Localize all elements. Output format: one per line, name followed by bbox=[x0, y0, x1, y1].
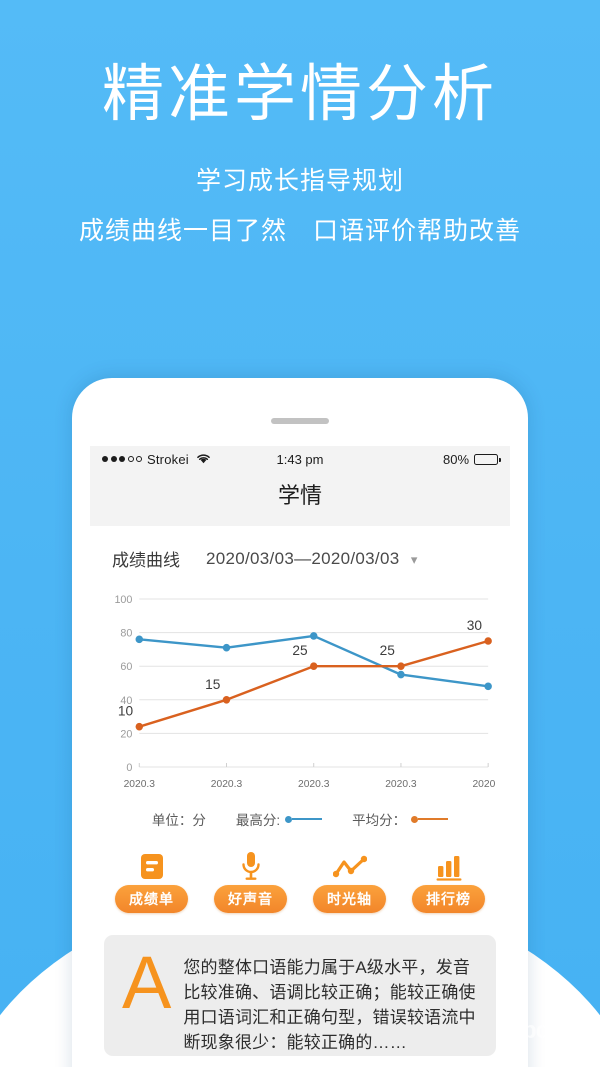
page-title: 精准学情分析 bbox=[101, 60, 498, 129]
svg-text:2020.3: 2020.3 bbox=[298, 779, 330, 790]
chart-legend: 单位：分 最高分: 平均分： bbox=[90, 809, 510, 829]
svg-text:2020.3: 2020.3 bbox=[385, 779, 417, 790]
legend-swatch-blue bbox=[285, 815, 323, 823]
action-label: 时光轴 bbox=[313, 885, 386, 913]
status-bar: Strokei 1:43 pm 80% bbox=[90, 446, 510, 472]
status-bar-clock: 1:43 pm bbox=[276, 451, 324, 467]
svg-text:2020.3: 2020.3 bbox=[472, 779, 496, 790]
signal-strength-icon bbox=[102, 456, 142, 462]
action-timeline[interactable]: 时光轴 bbox=[307, 851, 393, 913]
carrier-name: Strokei bbox=[147, 451, 189, 467]
legend-item-label: 平均分： bbox=[352, 813, 407, 828]
grade-letter: A bbox=[122, 941, 172, 1024]
status-bar-right: 80% bbox=[324, 451, 501, 467]
phone-mockup: Strokei 1:43 pm 80% 学情 成绩曲线 2020/03/03—2… bbox=[72, 378, 528, 1067]
legend-item-max-score: 最高分: bbox=[235, 809, 323, 829]
date-range-value: 2020/03/03—2020/03/03 bbox=[206, 548, 400, 568]
chart-line-平均分 bbox=[138, 639, 490, 728]
battery-icon bbox=[474, 453, 501, 465]
chart-canvas: 020406080100 2020.3 2020.3 2020.3 2020.3 202… bbox=[114, 594, 496, 790]
chart-point bbox=[222, 643, 231, 652]
score-curve-range-row: 成绩曲线 2020/03/03—2020/03/03 ▾ bbox=[90, 526, 510, 575]
chart-x-axis-labels: 2020.3 2020.3 2020.3 2020.3 2020.3 bbox=[124, 779, 496, 790]
ios-header: Strokei 1:43 pm 80% 学情 bbox=[90, 446, 510, 526]
legend-item-label: 最高分: bbox=[235, 813, 281, 828]
chart-point bbox=[135, 635, 144, 644]
action-report-card[interactable]: 成绩单 bbox=[109, 851, 195, 913]
action-good-voice[interactable]: 好声音 bbox=[208, 851, 294, 913]
chart-point bbox=[222, 696, 231, 704]
svg-text:80: 80 bbox=[120, 628, 132, 640]
chart-point bbox=[309, 662, 318, 670]
svg-text:25: 25 bbox=[380, 642, 396, 658]
phone-screen: Strokei 1:43 pm 80% 学情 成绩曲线 2020/03/03—2… bbox=[90, 446, 510, 1067]
quick-actions-row: 成绩单 好声音 时光轴 排行榜 bbox=[102, 851, 498, 913]
svg-text:20: 20 bbox=[120, 728, 132, 740]
svg-text:0: 0 bbox=[126, 762, 132, 774]
ranking-bar-chart-icon bbox=[435, 851, 463, 881]
svg-text:2020.3: 2020.3 bbox=[211, 779, 243, 790]
action-ranking[interactable]: 排行榜 bbox=[406, 851, 492, 913]
svg-text:15: 15 bbox=[205, 676, 221, 692]
chart-line-最高分 bbox=[138, 634, 490, 688]
chart-point bbox=[397, 662, 405, 670]
score-curve-label: 成绩曲线 bbox=[112, 551, 180, 570]
phone-speaker-grill bbox=[271, 418, 329, 424]
action-label: 排行榜 bbox=[412, 885, 485, 913]
svg-text:60: 60 bbox=[120, 661, 132, 673]
chart-point bbox=[397, 670, 405, 679]
legend-item-average-score: 平均分： bbox=[352, 809, 449, 829]
hero-section: 精准学情分析 学习成长指导规划 成绩曲线一目了然 口语评价帮助改善 bbox=[0, 0, 600, 247]
chart-y-axis-labels: 020406080100 bbox=[114, 594, 132, 774]
chart-point bbox=[309, 632, 318, 640]
status-bar-left: Strokei bbox=[102, 452, 277, 467]
legend-swatch-orange bbox=[411, 815, 449, 823]
legend-unit: 单位：分 bbox=[151, 813, 206, 828]
ability-summary-card: A 您的整体口语能力属于A级水平，发音比较准确、语调比较正确；能较正确使用口语词… bbox=[104, 935, 496, 1056]
report-card-icon bbox=[139, 851, 165, 881]
nav-bar-title: 学情 bbox=[277, 483, 322, 508]
hero-subtitle-secondary: 成绩曲线一目了然 口语评价帮助改善 bbox=[78, 217, 521, 246]
svg-text:25: 25 bbox=[292, 642, 308, 658]
chart-series-group bbox=[135, 632, 492, 731]
hero-subtitle-primary: 学习成长指导规划 bbox=[195, 167, 404, 196]
chart-point bbox=[484, 637, 492, 645]
chart-gridlines bbox=[138, 598, 489, 768]
svg-text:10: 10 bbox=[118, 703, 134, 719]
action-label: 成绩单 bbox=[115, 885, 188, 913]
chevron-down-icon: ▾ bbox=[410, 551, 418, 567]
svg-text:30: 30 bbox=[467, 617, 483, 633]
microphone-icon bbox=[240, 851, 262, 881]
score-curve-chart: 0 20 40 60 80 100 2020.3 2020.3 2020.3 2020.3 202… bbox=[104, 591, 496, 801]
chart-point bbox=[135, 722, 144, 731]
svg-text:2020.3: 2020.3 bbox=[124, 779, 156, 790]
wifi-icon bbox=[196, 452, 211, 467]
timeline-icon bbox=[332, 851, 367, 881]
chart-point bbox=[484, 682, 492, 691]
action-label: 好声音 bbox=[214, 885, 287, 913]
date-range-selector[interactable]: 2020/03/03—2020/03/03 ▾ bbox=[206, 549, 417, 569]
summary-description: 您的整体口语能力属于A级水平，发音比较准确、语调比较正确；能较正确使用口语词汇和… bbox=[183, 958, 476, 1053]
battery-percentage: 80% bbox=[442, 451, 470, 467]
svg-text:100: 100 bbox=[114, 594, 132, 606]
